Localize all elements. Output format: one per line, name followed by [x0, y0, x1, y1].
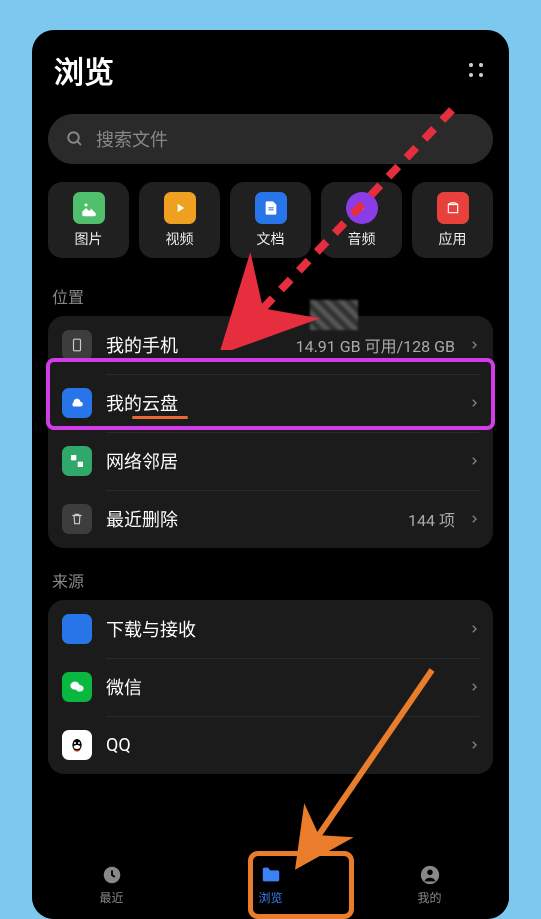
row-label: 我的云盘: [106, 390, 455, 416]
category-label: 图片: [75, 229, 103, 249]
category-label: 视频: [166, 229, 194, 249]
search-placeholder: 搜索文件: [96, 126, 168, 152]
row-label: 微信: [106, 674, 455, 700]
video-icon: [164, 192, 196, 224]
category-label: 音频: [348, 229, 376, 249]
category-video[interactable]: 视频: [139, 182, 220, 258]
chevron-right-icon: [469, 511, 479, 527]
chevron-right-icon: [469, 395, 479, 411]
download-icon: [62, 614, 92, 644]
nav-mine[interactable]: 我的: [350, 851, 509, 919]
chevron-right-icon: [469, 679, 479, 695]
chevron-right-icon: [469, 337, 479, 353]
folder-icon: [259, 864, 283, 886]
nav-browse[interactable]: 浏览: [191, 851, 350, 919]
location-network[interactable]: 网络邻居: [48, 432, 493, 490]
cloud-icon: [62, 388, 92, 418]
bottom-nav: 最近 浏览 我的: [32, 851, 509, 919]
network-icon: [62, 446, 92, 476]
location-my-phone[interactable]: 我的手机 14.91 GB 可用/128 GB: [48, 316, 493, 374]
app-icon: [437, 192, 469, 224]
section-header-location: 位置: [32, 264, 509, 316]
image-icon: [73, 192, 105, 224]
row-sub: 14.91 GB 可用/128 GB: [296, 333, 455, 357]
source-qq[interactable]: QQ: [48, 716, 493, 774]
page-title: 浏览: [54, 48, 114, 92]
row-label: 我的手机: [106, 332, 282, 358]
blurred-region: [310, 300, 358, 330]
nav-label: 我的: [417, 889, 441, 906]
trash-icon: [62, 504, 92, 534]
document-icon: [255, 192, 287, 224]
source-downloads[interactable]: 下载与接收: [48, 600, 493, 658]
search-icon: [66, 130, 84, 148]
category-row: 图片 视频 文档 音频 应用: [32, 176, 509, 264]
search-input[interactable]: 搜索文件: [48, 114, 493, 164]
annotation-underline: [132, 416, 188, 419]
chevron-right-icon: [469, 621, 479, 637]
row-label: 最近删除: [106, 506, 394, 532]
nav-label: 最近: [99, 889, 123, 906]
category-audio[interactable]: 音频: [321, 182, 402, 258]
row-sub: 144 项: [408, 507, 455, 531]
qq-icon: [62, 730, 92, 760]
row-label: 网络邻居: [106, 448, 455, 474]
row-label: QQ: [106, 735, 455, 756]
category-apps[interactable]: 应用: [412, 182, 493, 258]
location-trash[interactable]: 最近删除 144 项: [48, 490, 493, 548]
app-header: 浏览: [32, 30, 509, 102]
section-header-source: 来源: [32, 548, 509, 600]
category-docs[interactable]: 文档: [230, 182, 311, 258]
category-label: 应用: [439, 229, 467, 249]
source-wechat[interactable]: 微信: [48, 658, 493, 716]
chevron-right-icon: [469, 737, 479, 753]
phone-screen: 浏览 搜索文件 图片 视频 文档: [32, 30, 509, 919]
chevron-right-icon: [469, 453, 479, 469]
clock-icon: [101, 864, 123, 886]
nav-recent[interactable]: 最近: [32, 851, 191, 919]
audio-icon: [346, 192, 378, 224]
phone-icon: [62, 330, 92, 360]
person-icon: [419, 864, 441, 886]
wechat-icon: [62, 672, 92, 702]
category-images[interactable]: 图片: [48, 182, 129, 258]
row-label: 下载与接收: [106, 616, 455, 642]
location-cloud[interactable]: 我的云盘: [48, 374, 493, 432]
nav-label: 浏览: [258, 889, 282, 906]
category-label: 文档: [257, 229, 285, 249]
more-icon[interactable]: [465, 59, 487, 81]
source-list: 下载与接收 微信 QQ: [48, 600, 493, 774]
location-list: 我的手机 14.91 GB 可用/128 GB 我的云盘 网络邻居 最近删除 1…: [48, 316, 493, 548]
